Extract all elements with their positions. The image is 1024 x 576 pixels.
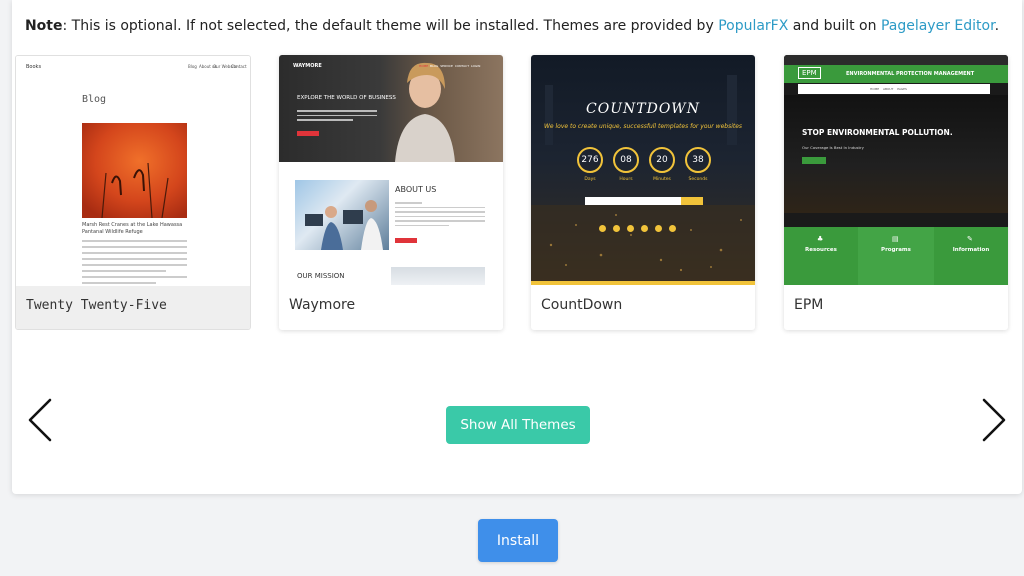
preview-about-lines: [395, 202, 485, 226]
preview-brand: WAYMORE: [293, 63, 322, 69]
theme-selection-page: Note: This is optional. If not selected,…: [0, 0, 1024, 576]
theme-preview-twenty-twenty-five: Books Blog About us Our Website Contact …: [16, 56, 250, 285]
preview-countdown-tagline: We love to create unique, successfull te…: [543, 123, 743, 130]
theme-preview-waymore: WAYMORE HOME BLOG SERVICE CONTACT LOGIN …: [279, 55, 503, 285]
preview-email-input: [585, 197, 681, 205]
preview-subline: Our Coverage Is Best In Industry: [802, 145, 864, 150]
timer-unit: Seconds: [688, 177, 708, 182]
timer-seconds: 38: [685, 147, 711, 173]
preview-nav-item: HOME: [419, 64, 429, 68]
preview-column-title: Programs: [881, 247, 911, 253]
preview-cta-button: [802, 157, 826, 164]
preview-post-title: Marsh Rest Cranes at the Lake Hawassa Pa…: [82, 222, 183, 235]
preview-column-title: Resources: [805, 247, 837, 253]
preview-nav: HOME BLOG SERVICE CONTACT LOGIN: [419, 64, 480, 68]
theme-card-twenty-twenty-five[interactable]: Books Blog About us Our Website Contact …: [15, 55, 251, 330]
preview-hero-lines: [297, 110, 377, 121]
preview-hero-person: [395, 62, 455, 162]
preview-subscribe-button: [681, 197, 703, 205]
preview-site-name: Books: [26, 64, 42, 70]
theme-name: EPM: [794, 297, 824, 313]
chevron-right-icon[interactable]: [978, 398, 1008, 442]
theme-name: Waymore: [289, 297, 356, 313]
preview-nav-item: LOGIN: [471, 64, 481, 68]
preview-column-title: Information: [952, 247, 990, 253]
preview-countdown-title: COUNTDOWN: [586, 101, 700, 117]
leaf-icon: ♣: [817, 235, 824, 243]
timer-days: 276: [577, 147, 603, 173]
preview-mission-heading: OUR MISSION: [297, 272, 345, 280]
theme-card-countdown[interactable]: COUNTDOWN We love to create unique, succ…: [531, 55, 755, 330]
preview-hero-title: EXPLORE THE WORLD OF BUSINESS: [297, 95, 396, 101]
preview-top-bar: [784, 55, 1008, 65]
preview-nav-item: BLOG: [430, 64, 439, 68]
preview-text-lines: [82, 240, 187, 284]
show-all-themes-button[interactable]: Show All Themes: [446, 406, 590, 444]
preview-org-name: ENVIRONMENTAL PROTECTION MANAGEMENT: [846, 71, 975, 77]
preview-nav-item: SERVICE: [440, 64, 453, 68]
theme-carousel: Books Blog About us Our Website Contact …: [0, 0, 1024, 340]
preview-nav: HOME ABOUT PAGES: [870, 87, 907, 91]
timer-minutes: 20: [649, 147, 675, 173]
timer-unit: Minutes: [653, 177, 671, 182]
theme-preview-countdown: COUNTDOWN We love to create unique, succ…: [531, 55, 755, 285]
theme-preview-epm: EPM ENVIRONMENTAL PROTECTION MANAGEMENT …: [784, 55, 1008, 285]
document-icon: ▤: [892, 235, 899, 243]
preview-nav-item: ABOUT: [882, 87, 894, 91]
preview-headline: STOP ENVIRONMENTAL POLLUTION.: [802, 128, 953, 137]
theme-card-waymore[interactable]: WAYMORE HOME BLOG SERVICE CONTACT LOGIN …: [279, 55, 503, 330]
theme-name: CountDown: [541, 297, 623, 313]
chevron-left-icon[interactable]: [26, 398, 56, 442]
preview-office-people: [305, 200, 383, 250]
theme-card-epm[interactable]: EPM ENVIRONMENTAL PROTECTION MANAGEMENT …: [784, 55, 1008, 330]
theme-name: Twenty Twenty-Five: [16, 286, 250, 329]
preview-columns: Resources Programs Information ♣ ▤ ✎: [784, 227, 1008, 285]
preview-epm-logo: EPM: [798, 67, 821, 79]
preview-about-heading: ABOUT US: [395, 185, 437, 194]
timer-unit: Days: [584, 177, 596, 182]
preview-heading: Blog: [82, 94, 107, 105]
timer-unit: Hours: [619, 177, 633, 182]
preview-nav-item: Contact: [231, 64, 247, 69]
install-button[interactable]: Install: [478, 519, 558, 562]
preview-nav-item: Blog: [188, 64, 197, 69]
preview-nav-item: HOME: [870, 87, 880, 91]
edit-icon: ✎: [967, 235, 973, 243]
preview-nav-item: CONTACT: [454, 64, 470, 68]
preview-about-button: [395, 238, 417, 243]
preview-featured-image: [82, 123, 187, 218]
preview-timer: 276 08 20 38 Days Hours Minutes Seconds: [577, 147, 717, 191]
preview-mission-image: [391, 267, 485, 285]
preview-hero-button: [297, 131, 319, 136]
preview-dots: [599, 225, 689, 233]
preview-night-scene: [784, 95, 1008, 213]
preview-nav-item: PAGES: [897, 87, 907, 91]
timer-hours: 08: [613, 147, 639, 173]
